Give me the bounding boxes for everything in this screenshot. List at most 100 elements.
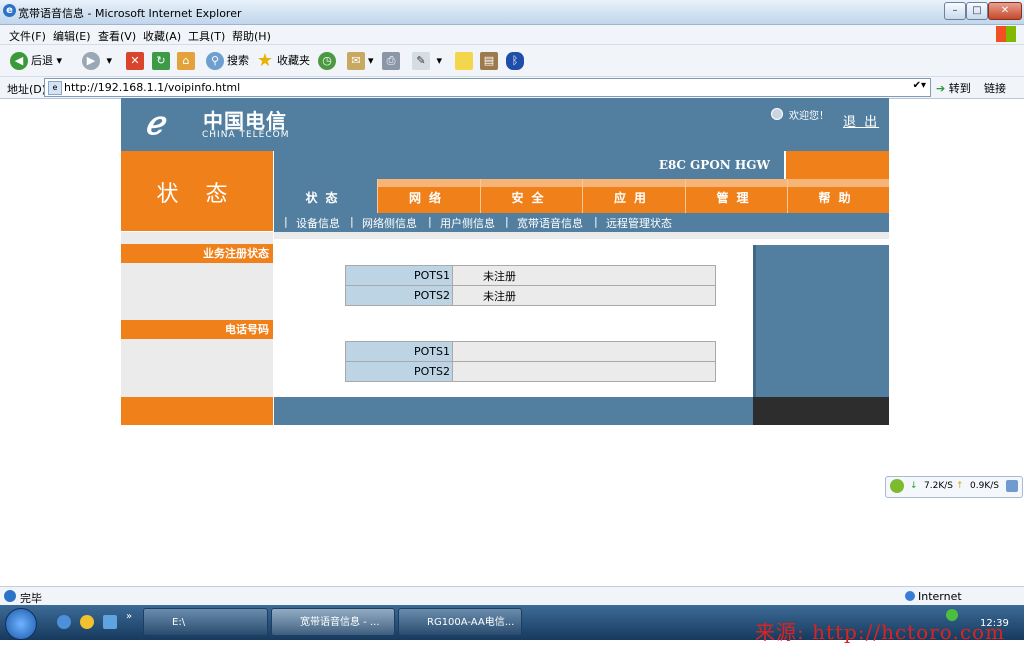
quicklaunch-more-icon[interactable]: » (126, 611, 132, 622)
menu-bar: 文件(F) 编辑(E) 查看(V) 收藏(A) 工具(T) 帮助(H) (0, 25, 1024, 45)
home-button[interactable]: ⌂ (177, 51, 198, 71)
sub-navigation: | 设备信息 | 网络侧信息 | 用户侧信息 | 宽带语音信息 | 远程管理状态 (274, 213, 889, 232)
tab-status[interactable]: 状态 (274, 179, 377, 213)
subnav-device-info[interactable]: 设备信息 (296, 215, 340, 231)
sidebar-registration-status: 业务注册状态 (121, 244, 273, 263)
widget-settings-icon[interactable] (1006, 480, 1018, 492)
network-speed-widget[interactable]: ↓ 7.2K/S ↑ 0.9K/S (885, 476, 1023, 498)
port-label: POTS1 (345, 341, 453, 362)
port-label: POTS1 (345, 265, 453, 286)
table-row: POTS2 未注册 (345, 285, 716, 306)
tab-help[interactable]: 帮助 (787, 179, 889, 213)
print-button[interactable]: ⎙ (382, 51, 403, 71)
phone-number-value (452, 361, 716, 382)
security-zone: Internet (918, 590, 962, 603)
port-label: POTS2 (345, 361, 453, 382)
start-button[interactable] (5, 608, 37, 640)
router-page: ℯ 中国电信 CHINA TELECOM 欢迎您！ 退 出 状 态 E8C GP… (121, 98, 889, 425)
menu-file[interactable]: 文件(F) (9, 28, 46, 44)
qq-quicklaunch-icon[interactable] (80, 615, 94, 629)
favorites-button[interactable]: ★ 收藏夹 (256, 51, 310, 71)
refresh-icon: ↻ (152, 52, 170, 70)
mail-button[interactable]: ✉ ▾ (347, 51, 374, 71)
notes-button[interactable] (455, 51, 476, 71)
history-icon: ◷ (318, 52, 336, 70)
note-icon (455, 52, 473, 70)
bluetooth-button[interactable]: ᛒ (506, 51, 527, 71)
task-explorer[interactable]: E:\ (143, 608, 268, 636)
brand-name-en: CHINA TELECOM (202, 130, 290, 140)
subnav-voip-info[interactable]: 宽带语音信息 (517, 215, 583, 231)
sidebar-phone-number: 电话号码 (121, 320, 273, 339)
forward-arrow-icon: ▶ (82, 52, 100, 70)
edit-button[interactable]: ✎ ▾ (412, 51, 442, 71)
mail-icon: ✉ (347, 52, 365, 70)
subnav-wan-info[interactable]: 网络侧信息 (362, 215, 417, 231)
status-bar: 完毕 Internet (0, 586, 1024, 605)
subnav-remote-mgmt[interactable]: 远程管理状态 (606, 215, 672, 231)
menu-tools[interactable]: 工具(T) (188, 28, 225, 44)
footer-right (753, 397, 889, 425)
search-button[interactable]: ⚲ 搜索 (206, 51, 249, 71)
tab-application[interactable]: 应用 (582, 179, 685, 213)
right-panel (753, 245, 889, 397)
tab-network[interactable]: 网络 (377, 179, 480, 213)
back-button[interactable]: ◀ 后退 ▾ (10, 51, 62, 71)
speed-meter-icon (890, 479, 904, 493)
task-rg100a[interactable]: RG100A-AA电信... (398, 608, 522, 636)
tab-security[interactable]: 安全 (480, 179, 582, 213)
back-arrow-icon: ◀ (10, 52, 28, 70)
address-input[interactable]: e http://192.168.1.1/voipinfo.html ✔▾ (44, 78, 931, 97)
section-title: 状 态 (156, 182, 238, 207)
menu-help[interactable]: 帮助(H) (232, 28, 271, 44)
stop-button[interactable]: ✕ (126, 51, 147, 71)
ie-quicklaunch-icon[interactable] (57, 615, 71, 629)
registration-table: POTS1 未注册 POTS2 未注册 (345, 265, 716, 306)
user-icon (771, 108, 783, 120)
forward-button[interactable]: ▶ ▾ (82, 51, 112, 71)
maximize-button[interactable]: □ (966, 2, 988, 20)
window-titlebar: e 宽带语音信息 - Microsoft Internet Explorer –… (0, 0, 1024, 25)
menu-favorites[interactable]: 收藏(A) (143, 28, 181, 44)
close-button[interactable]: ✕ (988, 2, 1022, 20)
ie-icon: e (3, 4, 16, 17)
menu-view[interactable]: 查看(V) (98, 28, 136, 44)
research-button[interactable]: ▤ (480, 51, 501, 71)
desktop-quicklaunch-icon[interactable] (103, 615, 117, 629)
left-sidebar: 业务注册状态 电话号码 (121, 232, 273, 397)
browser-toolbar: ◀ 后退 ▾ ▶ ▾ ✕ ↻ ⌂ ⚲ 搜索 ★ 收藏夹 ◷ ✉ ▾ ⎙ ✎ ▾ ▤ ᛒ (0, 45, 1024, 77)
research-icon: ▤ (480, 52, 498, 70)
address-bar: 地址(D) e http://192.168.1.1/voipinfo.html… (0, 77, 1024, 99)
logout-link[interactable]: 退 出 (843, 111, 879, 130)
stop-icon: ✕ (126, 52, 144, 70)
home-icon: ⌂ (177, 52, 195, 70)
refresh-button[interactable]: ↻ (152, 51, 173, 71)
history-button[interactable]: ◷ (318, 51, 339, 71)
port-label: POTS2 (345, 285, 453, 306)
model-name: E8C GPON HGW (658, 158, 770, 172)
page-done-icon (4, 590, 16, 602)
main-tabs: 状态 网络 安全 应用 管理 帮助 (274, 179, 889, 213)
star-icon: ★ (256, 50, 274, 71)
phone-number-table: POTS1 POTS2 (345, 341, 716, 382)
registration-status: 未注册 (452, 265, 716, 286)
address-dropdown-icon[interactable]: ✔▾ (913, 80, 926, 91)
footer-center (274, 397, 753, 425)
windows-logo-icon (996, 26, 1016, 42)
download-arrow-icon: ↓ (910, 481, 918, 491)
printer-icon: ⎙ (382, 52, 400, 70)
menu-edit[interactable]: 编辑(E) (53, 28, 91, 44)
model-bar-accent (786, 151, 889, 179)
subnav-lan-info[interactable]: 用户侧信息 (440, 215, 495, 231)
welcome-text: 欢迎您！ (789, 111, 829, 122)
source-watermark: 来源: http://hctoro.com (755, 620, 1006, 644)
tab-management[interactable]: 管理 (685, 179, 787, 213)
minimize-button[interactable]: – (944, 2, 966, 20)
links-button[interactable]: 链接 (984, 80, 1006, 96)
china-telecom-logo-icon: ℯ (145, 104, 164, 142)
address-label: 地址(D) (7, 83, 47, 96)
content-top-gap (274, 232, 889, 239)
task-voip-info[interactable]: 宽带语音信息 - ... (271, 608, 395, 636)
bluetooth-icon: ᛒ (506, 52, 524, 70)
go-button[interactable]: ➔ 转到 (936, 80, 971, 96)
